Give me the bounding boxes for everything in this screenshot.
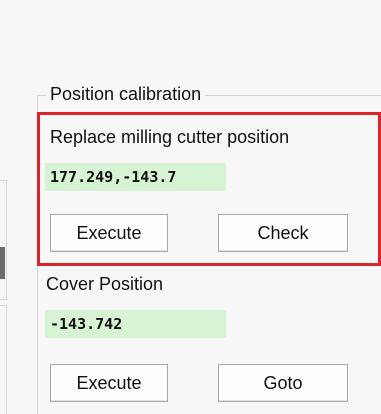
group-title: Position calibration — [46, 82, 206, 106]
left-side-marker — [0, 247, 5, 279]
cover-goto-button[interactable]: Goto — [218, 364, 348, 402]
replace-cutter-check-button[interactable]: Check — [218, 214, 348, 252]
cover-position-value-field[interactable]: -143.742 — [45, 310, 226, 338]
cover-position-label: Cover Position — [46, 274, 164, 294]
cover-execute-button[interactable]: Execute — [50, 364, 168, 402]
replace-cutter-execute-button[interactable]: Execute — [50, 214, 168, 252]
replace-cutter-value-field[interactable]: 177.249,-143.7 — [45, 163, 226, 191]
left-side-panel-lower — [0, 305, 7, 414]
replace-cutter-label: Replace milling cutter position — [50, 127, 290, 147]
left-side-panel — [0, 180, 7, 300]
calibration-panel: Position calibration Replace milling cut… — [0, 0, 381, 414]
